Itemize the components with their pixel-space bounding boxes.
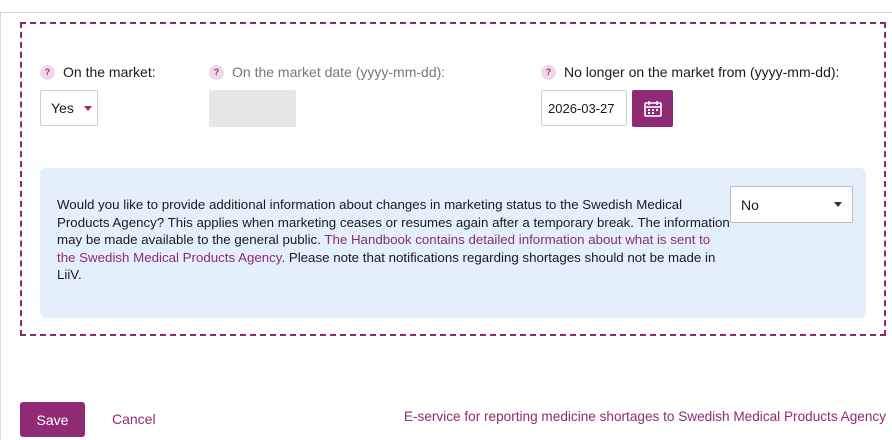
save-button[interactable]: Save xyxy=(20,402,85,437)
chevron-down-icon xyxy=(83,105,92,111)
top-divider xyxy=(0,12,892,13)
on-market-select-value: Yes xyxy=(51,100,74,116)
help-icon[interactable]: ? xyxy=(40,64,55,80)
help-icon[interactable]: ? xyxy=(541,64,556,80)
no-longer-market-field-label: ? No longer on the market from (yyyy-mm-… xyxy=(541,64,839,80)
cancel-button[interactable]: Cancel xyxy=(112,411,156,427)
eservice-shortage-link[interactable]: E-service for reporting medicine shortag… xyxy=(404,409,886,424)
chevron-down-icon xyxy=(834,202,842,207)
market-date-field-label: ? On the market date (yyyy-mm-dd): xyxy=(209,64,445,80)
left-divider xyxy=(0,12,1,440)
on-market-label: On the market: xyxy=(63,64,156,80)
no-longer-market-date-input[interactable] xyxy=(541,90,627,126)
calendar-icon xyxy=(643,100,662,117)
additional-info-select[interactable]: No xyxy=(730,186,853,223)
no-longer-market-label: No longer on the market from (yyyy-mm-dd… xyxy=(564,64,840,80)
on-market-select[interactable]: Yes xyxy=(40,90,98,126)
market-date-label: On the market date (yyyy-mm-dd): xyxy=(232,64,446,80)
on-market-field-label: ? On the market: xyxy=(40,64,156,80)
additional-info-text: Would you like to provide additional inf… xyxy=(57,196,732,284)
additional-info-select-value: No xyxy=(741,196,759,213)
help-icon[interactable]: ? xyxy=(209,64,224,80)
calendar-button[interactable] xyxy=(632,90,673,127)
market-date-input xyxy=(209,90,296,127)
